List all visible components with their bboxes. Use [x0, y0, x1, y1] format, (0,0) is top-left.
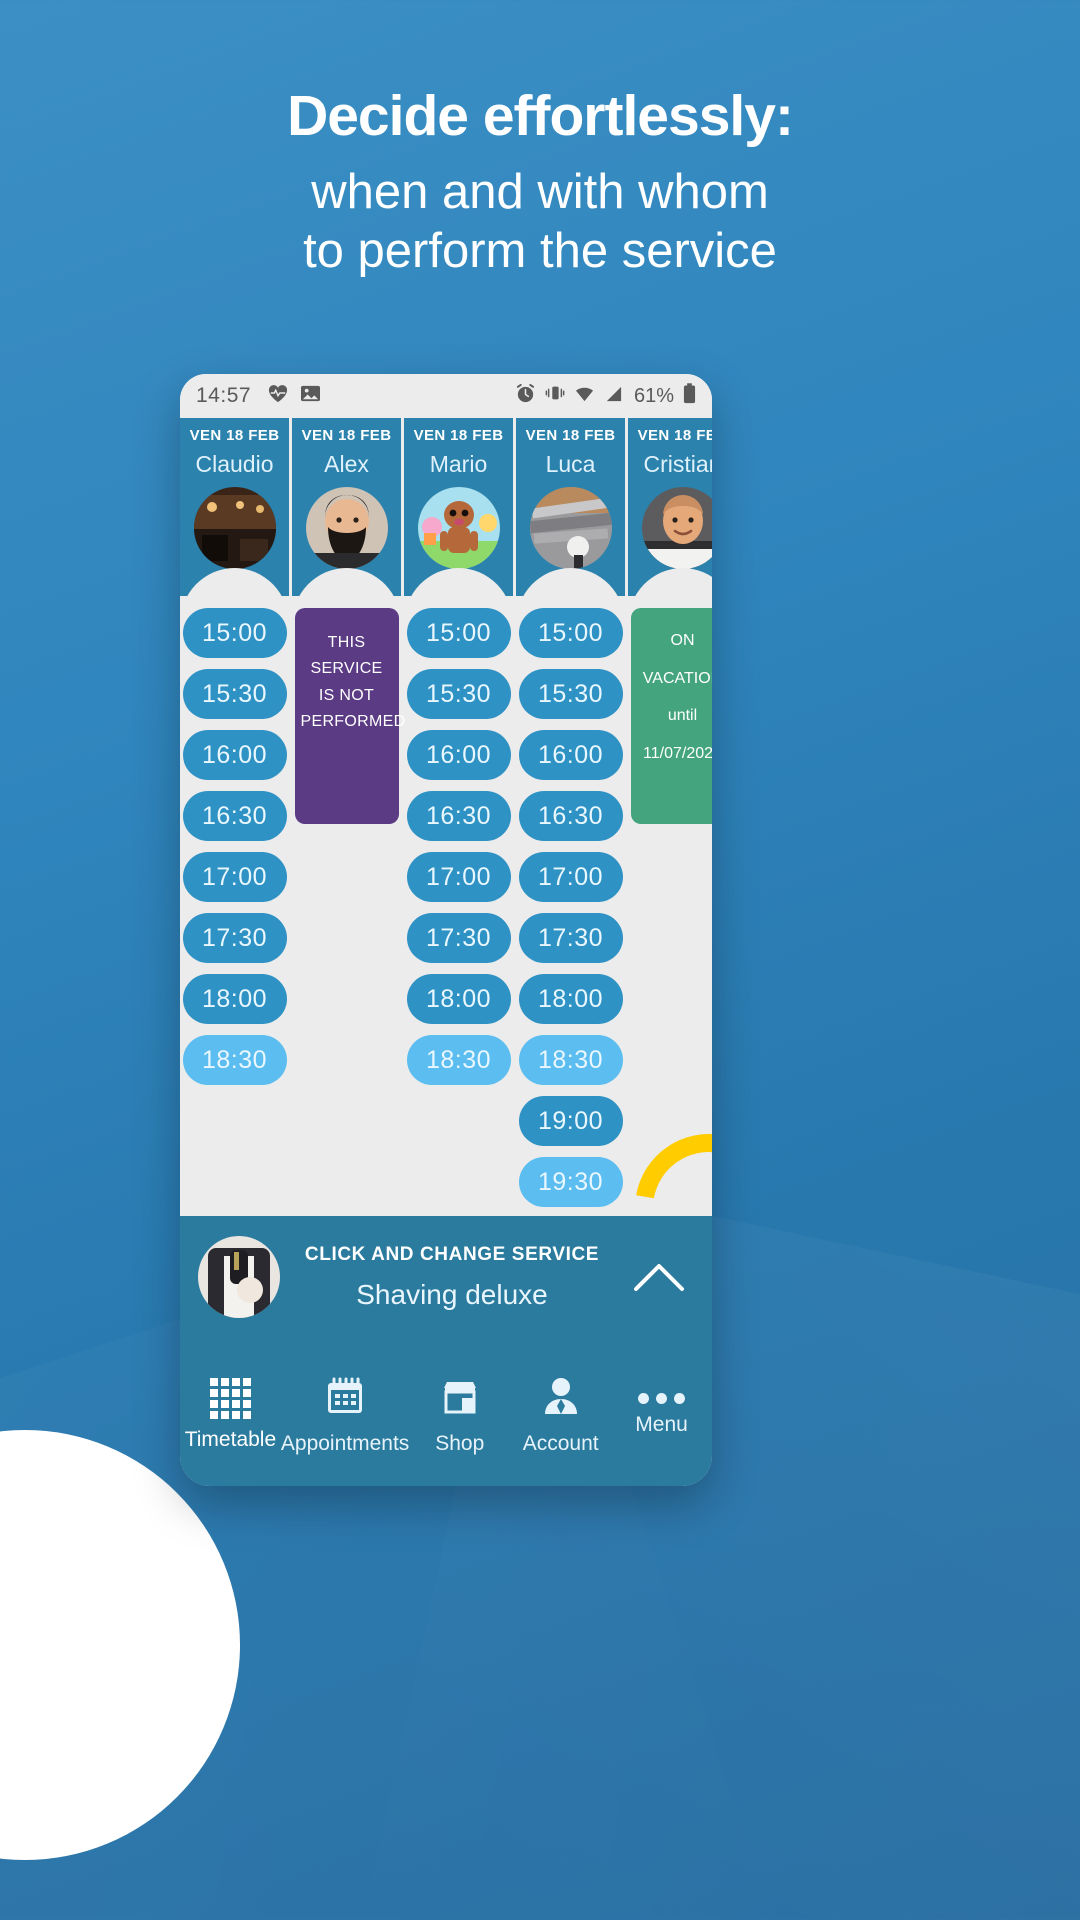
column-date: VEN 18 FEB [301, 427, 392, 444]
service-bar-name: Shaving deluxe [356, 1278, 548, 1310]
time-slot-selected[interactable]: 18:30 [182, 1035, 287, 1085]
column-date: VEN 18 FEB [637, 427, 712, 444]
time-slot[interactable]: 17:00 [182, 852, 287, 902]
service-bar[interactable]: CLICK AND CHANGE SERVICE Shaving deluxe [180, 1216, 712, 1338]
time-slot[interactable]: 15:00 [406, 608, 511, 658]
image-icon [300, 384, 321, 409]
person-icon [539, 1374, 583, 1423]
time-slot[interactable]: 15:30 [406, 669, 511, 719]
column-barber-name: Claudio [195, 451, 274, 477]
avatar [193, 487, 276, 569]
headline-line-bold: Decide effortlessly: [287, 84, 794, 148]
vacation-title-line2: VACATION [642, 669, 712, 687]
on-vacation-block: ON VACATION until 11/07/2022 [630, 608, 712, 824]
time-slot[interactable]: 18:00 [518, 974, 623, 1024]
dots-icon [638, 1393, 686, 1404]
nav-label: Timetable [184, 1428, 277, 1451]
nav-item-timetable[interactable]: Timetable [180, 1378, 281, 1452]
nav-label: Account [522, 1432, 599, 1455]
column-barber-name: Mario [429, 451, 488, 477]
calendar-icon [323, 1374, 367, 1423]
not-performed-line: PERFORMED [300, 713, 406, 731]
nav-label: Appointments [280, 1432, 410, 1455]
time-slot[interactable]: 15:00 [182, 608, 287, 658]
column-barber-name: Alex [324, 451, 369, 477]
barber-column-mario[interactable]: VEN 18 FEB Mario [404, 418, 513, 624]
wifi-icon [574, 384, 595, 409]
time-slot[interactable]: 16:30 [518, 791, 623, 841]
column-date: VEN 18 FEB [525, 427, 616, 444]
service-avatar [198, 1236, 280, 1318]
time-slot[interactable]: 16:00 [518, 730, 623, 780]
avatar [417, 487, 500, 569]
avatar [305, 487, 388, 569]
time-slot[interactable]: 17:00 [406, 852, 511, 902]
barber-column-alex[interactable]: VEN 18 FEB Alex [292, 418, 401, 624]
nav-item-menu[interactable]: Menu [611, 1393, 712, 1437]
nav-item-account[interactable]: Account [510, 1374, 611, 1456]
time-slot[interactable]: 15:30 [518, 669, 623, 719]
nav-label: Menu [635, 1413, 688, 1436]
vacation-until-label: until [667, 707, 698, 725]
nav-item-shop[interactable]: Shop [409, 1374, 510, 1456]
column-date: VEN 18 FEB [189, 427, 280, 444]
promo-headline: Decide effortlessly: when and with whom … [0, 84, 1080, 280]
service-not-performed-block: THIS SERVICE IS NOT PERFORMED [294, 608, 406, 824]
alarm-icon [515, 383, 536, 410]
not-performed-line: IS NOT [318, 686, 375, 704]
time-slot[interactable]: 17:30 [406, 913, 511, 963]
barber-column-claudio[interactable]: VEN 18 FEB Claudio [180, 418, 289, 624]
time-slot[interactable]: 15:00 [518, 608, 623, 658]
phone-mockup: 14:57 61% VEN 18 FEB Claudio VEN 18 FEB … [180, 374, 712, 1486]
time-slot[interactable]: 17:30 [182, 913, 287, 963]
bottom-navigation: Timetable Appointments Shop Account Menu [180, 1338, 712, 1486]
vacation-until-date: 11/07/2022 [643, 744, 712, 762]
column-date: VEN 18 FEB [413, 427, 504, 444]
not-performed-line: THIS [327, 634, 366, 651]
time-slot[interactable]: 19:00 [518, 1096, 623, 1146]
barber-columns-header: VEN 18 FEB Claudio VEN 18 FEB Alex VEN 1… [180, 418, 712, 624]
time-slot-selected[interactable]: 19:30 [518, 1157, 623, 1207]
grid-icon [209, 1378, 251, 1419]
time-slot[interactable]: 16:00 [406, 730, 511, 780]
status-bar-time: 14:57 [196, 384, 252, 407]
status-bar: 14:57 61% [180, 374, 712, 418]
service-bar-hint: CLICK AND CHANGE SERVICE [304, 1243, 600, 1265]
headline-line-2: when and with whom [311, 164, 769, 219]
vibrate-icon [545, 383, 565, 409]
time-slot-selected[interactable]: 18:30 [518, 1035, 623, 1085]
avatar [641, 487, 712, 569]
time-slot[interactable]: 15:30 [182, 669, 287, 719]
avatar [529, 487, 612, 569]
time-slot[interactable]: 18:00 [406, 974, 511, 1024]
headline-line-3: to perform the service [303, 223, 777, 278]
time-slot[interactable]: 16:30 [406, 791, 511, 841]
column-barber-name: Cristian [643, 451, 712, 477]
column-barber-name: Luca [545, 451, 596, 477]
nav-label: Shop [435, 1432, 485, 1455]
battery-percent: 61% [633, 384, 674, 407]
time-slot[interactable]: 17:00 [518, 852, 623, 902]
vacation-title-line1: ON [670, 632, 695, 649]
time-slot[interactable]: 17:30 [518, 913, 623, 963]
barber-column-cristian[interactable]: VEN 18 FEB Cristian [628, 418, 712, 624]
time-slot-selected[interactable]: 18:30 [406, 1035, 511, 1085]
signal-icon [604, 384, 623, 409]
not-performed-line: SERVICE [310, 660, 383, 678]
nav-item-appointments[interactable]: Appointments [281, 1374, 409, 1456]
battery-icon [683, 382, 696, 410]
time-slot[interactable]: 18:00 [182, 974, 287, 1024]
store-icon [438, 1374, 482, 1423]
chevron-up-icon[interactable] [624, 1260, 694, 1294]
heart-pulse-icon [267, 383, 289, 409]
barber-column-luca[interactable]: VEN 18 FEB Luca [516, 418, 625, 624]
time-slot[interactable]: 16:30 [182, 791, 287, 841]
time-slot[interactable]: 16:00 [182, 730, 287, 780]
